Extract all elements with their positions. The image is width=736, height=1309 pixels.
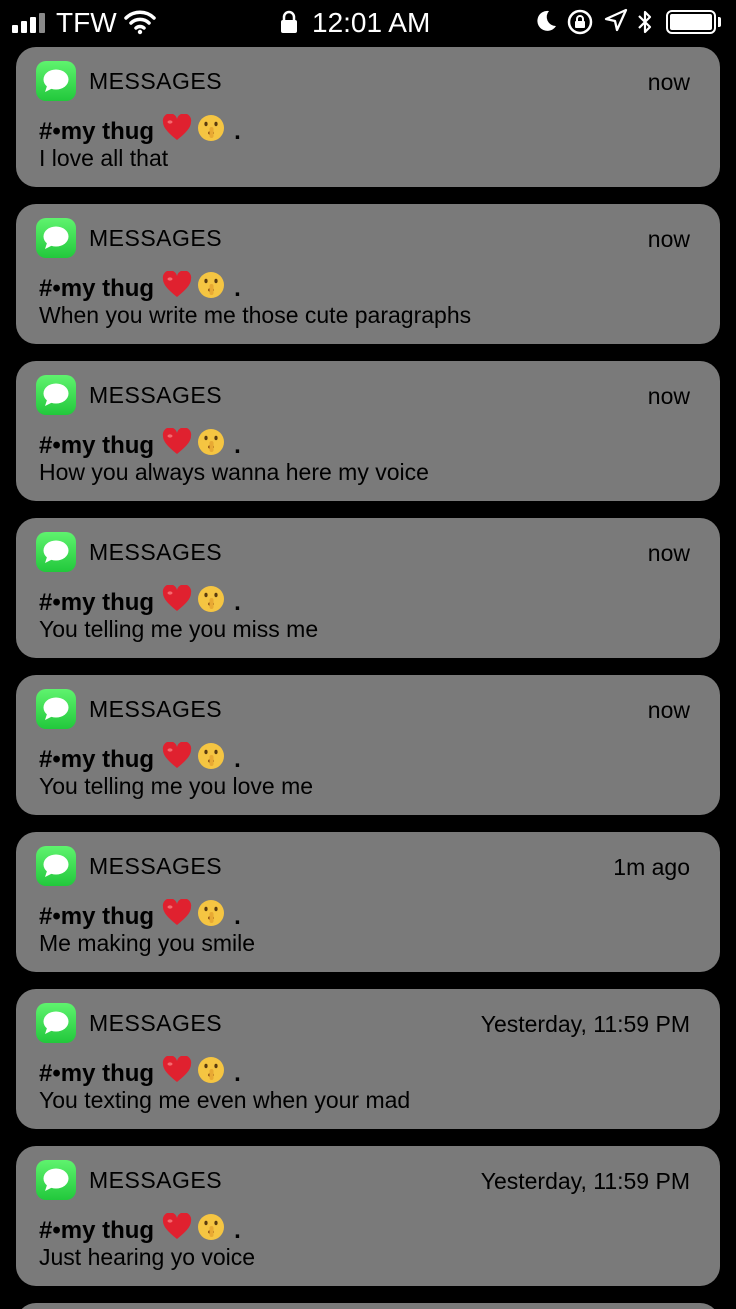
- notification-time: now: [647, 69, 690, 95]
- status-bar: TFW 12:01 AM: [0, 0, 736, 46]
- lock-screen: TFW 12:01 AM MESSAGES now #•my thug . I …: [0, 0, 736, 1309]
- notification-app-name: MESSAGES: [89, 539, 223, 565]
- rotation-lock-icon: [566, 8, 594, 41]
- notification-body: When you write me those cute paragraphs: [39, 302, 472, 328]
- notification-list: MESSAGES now #•my thug . I love all that…: [16, 47, 720, 1309]
- notification-card[interactable]: MESSAGES 1m ago #•my thug . Me making yo…: [16, 832, 720, 972]
- messages-app-icon: [36, 532, 76, 572]
- notification-app-name: MESSAGES: [89, 1167, 223, 1193]
- wifi-icon: [124, 9, 156, 40]
- messages-app-icon: [36, 61, 76, 101]
- battery-icon: [666, 10, 716, 34]
- notification-app-name: MESSAGES: [89, 225, 223, 251]
- signal-strength-icon: [12, 11, 45, 33]
- notification-body: Just hearing yo voice: [39, 1244, 256, 1270]
- messages-app-icon: [36, 375, 76, 415]
- messages-app-icon: [36, 1160, 76, 1200]
- notification-body: Me making you smile: [39, 930, 256, 956]
- messages-app-icon: [36, 846, 76, 886]
- shushing-face-icon: [196, 113, 226, 151]
- messages-app-icon: [36, 218, 76, 258]
- lock-icon: [280, 10, 298, 39]
- status-time: 12:01 AM: [312, 7, 431, 38]
- notification-card-partial[interactable]: [16, 1303, 720, 1309]
- notification-time: Yesterday, 11:59 PM: [480, 1011, 690, 1037]
- notification-card[interactable]: MESSAGES now #•my thug . How you always …: [16, 361, 720, 501]
- notification-app-name: MESSAGES: [89, 696, 223, 722]
- bluetooth-icon: [636, 8, 654, 41]
- notification-card[interactable]: MESSAGES now #•my thug . I love all that: [16, 47, 720, 187]
- notification-card[interactable]: MESSAGES Yesterday, 11:59 PM #•my thug .…: [16, 989, 720, 1129]
- carrier-name: TFW: [56, 7, 117, 38]
- notification-card[interactable]: MESSAGES now #•my thug . When you write …: [16, 204, 720, 344]
- notification-card[interactable]: MESSAGES Yesterday, 11:59 PM #•my thug .…: [16, 1146, 720, 1286]
- moon-icon: [534, 8, 558, 39]
- notification-card[interactable]: MESSAGES now #•my thug . You telling me …: [16, 518, 720, 658]
- notification-app-name: MESSAGES: [89, 853, 223, 879]
- notification-time: now: [647, 697, 690, 723]
- notification-app-name: MESSAGES: [89, 1010, 223, 1036]
- notification-time: now: [647, 540, 690, 566]
- notification-time: Yesterday, 11:59 PM: [480, 1168, 690, 1194]
- notification-card[interactable]: MESSAGES now #•my thug . You telling me …: [16, 675, 720, 815]
- notification-body: You telling me you miss me: [39, 616, 319, 642]
- notification-body: How you always wanna here my voice: [39, 459, 429, 485]
- notification-time: 1m ago: [613, 854, 690, 880]
- notification-body: I love all that: [39, 145, 169, 171]
- messages-app-icon: [36, 1003, 76, 1043]
- notification-body: You texting me even when your mad: [39, 1087, 411, 1113]
- notification-time: now: [647, 383, 690, 409]
- notification-time: now: [647, 226, 690, 252]
- battery-nub: [718, 17, 721, 27]
- messages-app-icon: [36, 689, 76, 729]
- sender-suffix: .: [234, 118, 241, 145]
- notification-app-name: MESSAGES: [89, 382, 223, 408]
- notification-body: You telling me you love me: [39, 773, 314, 799]
- notification-app-name: MESSAGES: [89, 68, 223, 94]
- location-icon: [604, 8, 628, 39]
